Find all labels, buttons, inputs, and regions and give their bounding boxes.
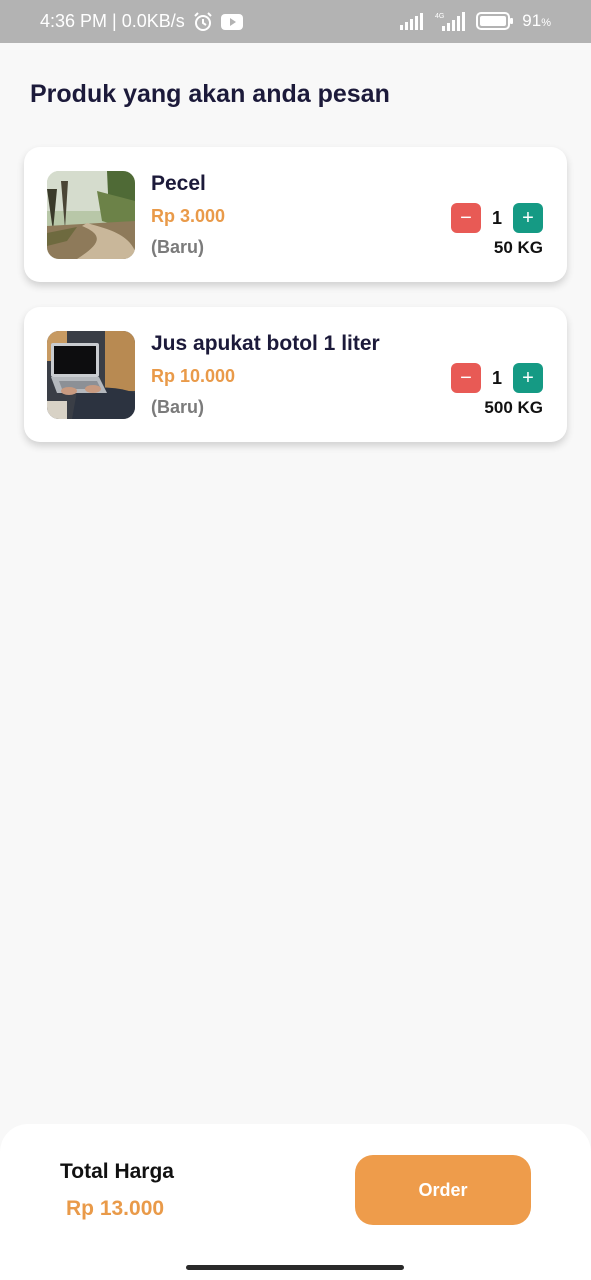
product-card: Pecel Rp 3.000 (Baru) − 1 + 50 KG	[24, 147, 567, 282]
battery-icon	[476, 12, 514, 30]
home-indicator[interactable]	[186, 1265, 404, 1270]
youtube-icon	[220, 13, 243, 30]
signal-icon	[400, 12, 426, 30]
alarm-icon	[193, 11, 213, 32]
decrease-quantity-button[interactable]: −	[451, 203, 481, 233]
product-condition: (Baru)	[151, 237, 204, 257]
total-value: Rp 13.000	[66, 1197, 165, 1220]
product-image	[47, 171, 135, 259]
decrease-quantity-button[interactable]: −	[451, 363, 481, 393]
quantity-value: 1	[491, 367, 502, 388]
product-condition: (Baru)	[151, 397, 204, 417]
product-card: Jus apukat botol 1 liter Rp 10.000 (Baru…	[24, 307, 567, 442]
status-right: 4G 91%	[400, 11, 551, 31]
battery-percent: 91%	[522, 11, 551, 30]
total-label: Total Harga	[60, 1160, 174, 1183]
increase-quantity-button[interactable]: +	[513, 203, 543, 233]
product-price: Rp 10.000	[151, 366, 236, 386]
status-left: 4:36 PM | 0.0KB/s	[40, 11, 243, 32]
quantity-value: 1	[491, 207, 502, 228]
network-label: 4G	[435, 13, 444, 20]
product-weight: 50 KG	[493, 238, 543, 257]
status-bar: 4:36 PM | 0.0KB/s 4G 91%	[0, 0, 591, 43]
product-name: Jus apukat botol 1 liter	[151, 332, 380, 355]
quantity-stepper: − 1 +	[451, 363, 543, 393]
quantity-stepper: − 1 +	[451, 203, 543, 233]
product-weight: 500 KG	[484, 398, 543, 417]
product-name: Pecel	[151, 172, 206, 195]
order-button[interactable]: Order	[355, 1155, 531, 1225]
product-image	[47, 331, 135, 419]
order-summary-panel: Total Harga Rp 13.000 Order	[0, 1124, 591, 1280]
status-time: 4:36 PM | 0.0KB/s	[40, 11, 185, 31]
page-title: Produk yang akan anda pesan	[30, 80, 390, 108]
product-price: Rp 3.000	[151, 206, 226, 226]
signal-4g-icon: 4G	[434, 11, 468, 31]
increase-quantity-button[interactable]: +	[513, 363, 543, 393]
